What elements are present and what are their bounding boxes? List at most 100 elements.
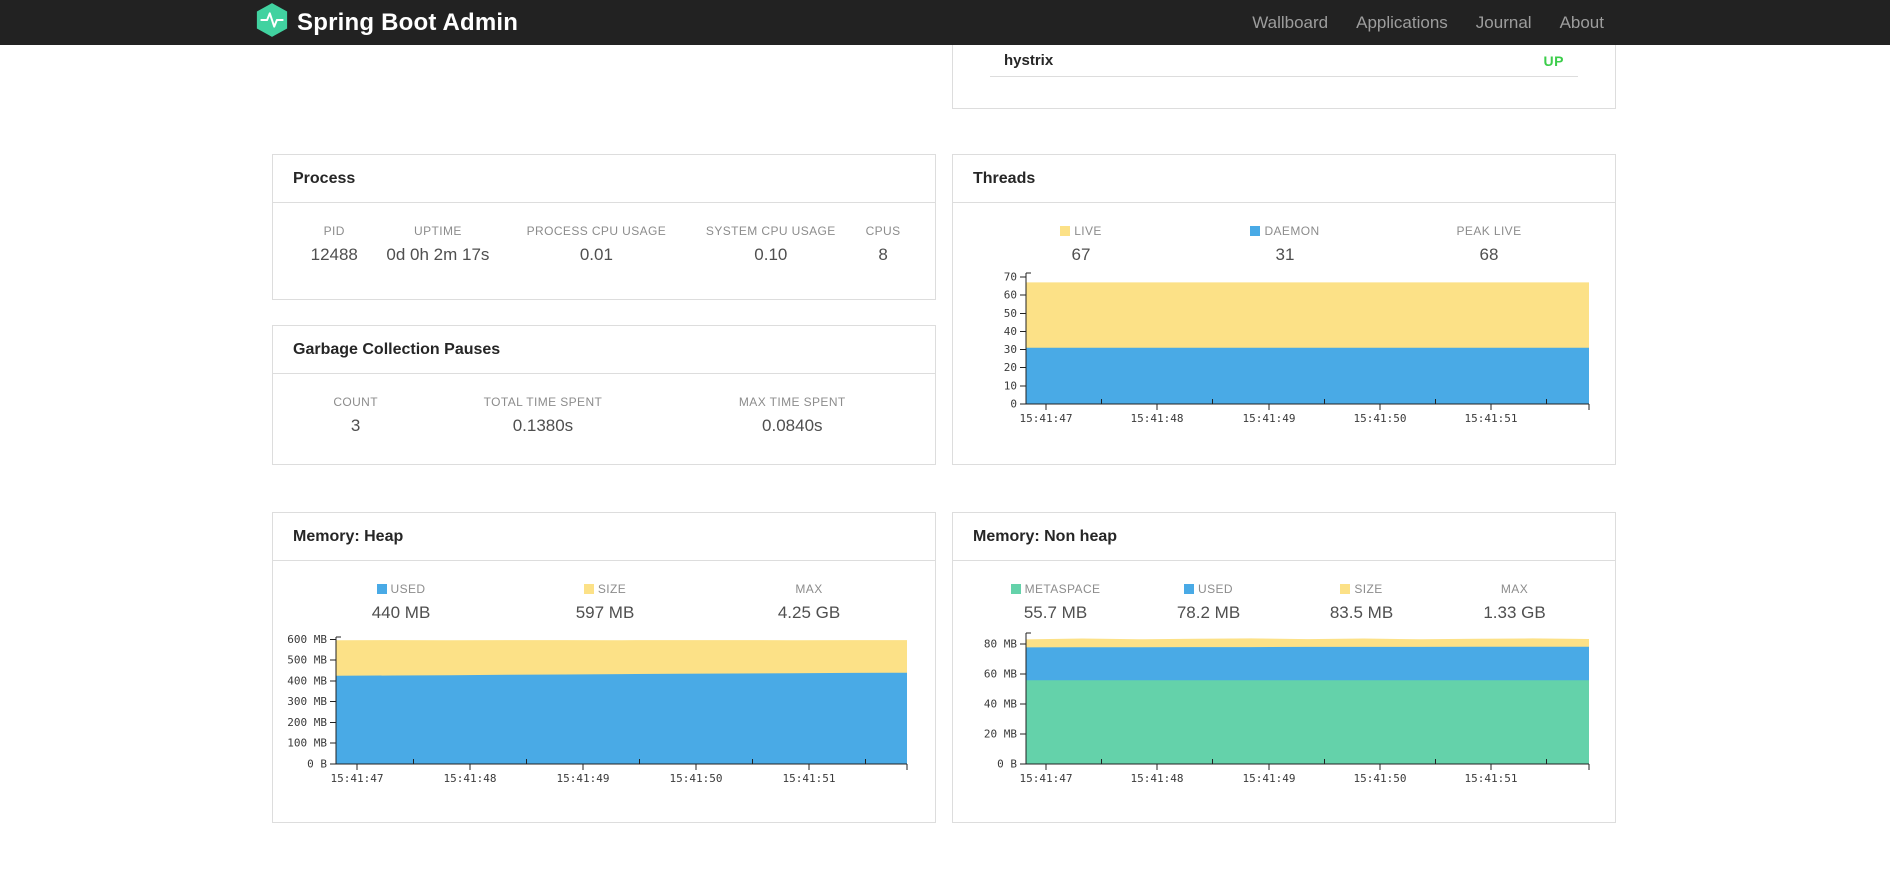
svg-text:20 MB: 20 MB: [984, 728, 1017, 741]
svg-text:15:41:48: 15:41:48: [444, 772, 497, 785]
svg-text:15:41:49: 15:41:49: [557, 772, 610, 785]
svg-text:15:41:48: 15:41:48: [1131, 412, 1184, 425]
nav-item-about[interactable]: About: [1546, 0, 1618, 45]
svg-text:15:41:47: 15:41:47: [1020, 412, 1073, 425]
stat-label: DAEMON: [1183, 224, 1387, 245]
stat-value: 67: [1071, 245, 1091, 264]
application-row-divider: [990, 76, 1578, 77]
svg-text:15:41:49: 15:41:49: [1243, 772, 1296, 785]
navbar-menu: Wallboard Applications Journal About: [1238, 0, 1618, 45]
stat-value: 0.1380s: [512, 416, 574, 435]
svg-text:400 MB: 400 MB: [287, 675, 327, 688]
svg-text:60 MB: 60 MB: [984, 668, 1017, 681]
stat-label: SIZE: [503, 582, 707, 603]
daemon-series-swatch: [1250, 226, 1261, 236]
threads-card: Threads LIVE DAEMON PEAK LIVE 67 31 68 0…: [952, 154, 1616, 465]
used-series-swatch: [1184, 584, 1195, 594]
svg-text:15:41:50: 15:41:50: [670, 772, 723, 785]
svg-text:15:41:50: 15:41:50: [1354, 772, 1407, 785]
stat-value: 3: [350, 416, 361, 435]
gc-stats-table: COUNT TOTAL TIME SPENT MAX TIME SPENT 3 …: [299, 395, 911, 436]
stat-label: COUNT: [333, 395, 378, 409]
brand-link[interactable]: Spring Boot Admin: [256, 0, 518, 45]
garbage-collection-card: Garbage Collection Pauses COUNT TOTAL TI…: [272, 325, 936, 465]
svg-text:15:41:47: 15:41:47: [1020, 772, 1073, 785]
stat-value: 0.0840s: [762, 416, 823, 435]
nonheap-card-title: Memory: Non heap: [953, 513, 1615, 561]
top-navbar: Spring Boot Admin Wallboard Applications…: [0, 0, 1890, 45]
svg-text:15:41:50: 15:41:50: [1354, 412, 1407, 425]
live-series-swatch: [1060, 226, 1071, 236]
stat-label: UPTIME: [414, 224, 462, 238]
stat-value: 597 MB: [575, 603, 635, 622]
svg-text:30: 30: [1004, 343, 1017, 356]
application-status-badge: UP: [1543, 52, 1564, 69]
stat-value: 0d 0h 2m 17s: [386, 245, 490, 264]
svg-text:40: 40: [1004, 325, 1017, 338]
svg-text:600 MB: 600 MB: [287, 633, 327, 646]
threads-card-title: Threads: [953, 155, 1615, 203]
nav-item-wallboard[interactable]: Wallboard: [1238, 0, 1342, 45]
svg-text:0: 0: [1010, 398, 1017, 411]
svg-text:15:41:51: 15:41:51: [1465, 412, 1518, 425]
heap-stats-table: USED SIZE MAX 440 MB 597 MB 4.25 GB: [299, 582, 911, 623]
nav-item-applications[interactable]: Applications: [1342, 0, 1462, 45]
stat-value: 83.5 MB: [1329, 603, 1394, 622]
stat-label: SIZE: [1285, 582, 1438, 603]
process-card: Process PID UPTIME PROCESS CPU USAGE SYS…: [272, 154, 936, 300]
nonheap-stats-table: METASPACE USED SIZE MAX 55.7 MB 78.2 MB …: [979, 582, 1591, 623]
svg-text:200 MB: 200 MB: [287, 716, 327, 729]
svg-text:0 B: 0 B: [997, 758, 1017, 771]
stat-value: 8: [878, 245, 888, 264]
stat-value: 0.01: [579, 245, 613, 264]
stat-label: TOTAL TIME SPENT: [483, 395, 603, 409]
stat-label: LIVE: [979, 224, 1183, 245]
process-card-title: Process: [273, 155, 935, 203]
svg-text:0 B: 0 B: [307, 758, 327, 771]
svg-text:50: 50: [1004, 307, 1017, 320]
stat-value: 12488: [310, 245, 358, 264]
svg-text:500 MB: 500 MB: [287, 654, 327, 667]
svg-text:15:41:51: 15:41:51: [1465, 772, 1518, 785]
process-stats-table: PID UPTIME PROCESS CPU USAGE SYSTEM CPU …: [299, 224, 911, 265]
svg-text:15:41:48: 15:41:48: [1131, 772, 1184, 785]
stat-label: MAX: [795, 582, 823, 596]
stat-value: 78.2 MB: [1176, 603, 1241, 622]
nav-item-journal[interactable]: Journal: [1462, 0, 1546, 45]
threads-stats-table: LIVE DAEMON PEAK LIVE 67 31 68: [979, 224, 1591, 265]
stat-label: METASPACE: [979, 582, 1132, 603]
stat-value: 68: [1479, 245, 1499, 264]
stat-value: 440 MB: [371, 603, 431, 622]
spring-boot-admin-screen: Spring Boot Admin Wallboard Applications…: [0, 0, 1890, 892]
application-row[interactable]: hystrix UP: [990, 45, 1578, 76]
stat-label: MAX TIME SPENT: [738, 395, 846, 409]
svg-text:70: 70: [1004, 271, 1017, 284]
application-status-card: hystrix UP: [952, 45, 1616, 109]
stat-label: PID: [323, 224, 345, 238]
heap-card-title: Memory: Heap: [273, 513, 935, 561]
svg-text:100 MB: 100 MB: [287, 737, 327, 750]
svg-text:15:41:47: 15:41:47: [331, 772, 384, 785]
stat-label: PEAK LIVE: [1456, 224, 1522, 238]
stat-value: 1.33 GB: [1483, 603, 1546, 622]
memory-heap-card: Memory: Heap USED SIZE MAX 440 MB 597 MB…: [272, 512, 936, 823]
used-series-swatch: [376, 584, 387, 594]
svg-text:60: 60: [1004, 289, 1017, 302]
svg-text:300 MB: 300 MB: [287, 695, 327, 708]
application-name-link[interactable]: hystrix: [1004, 52, 1053, 69]
svg-text:80 MB: 80 MB: [984, 638, 1017, 651]
svg-text:40 MB: 40 MB: [984, 698, 1017, 711]
memory-heap-chart: 0 B 100 MB 200 MB 300 MB 400 MB 500 MB 600 MB 1…: [273, 623, 937, 793]
svg-text:10: 10: [1004, 379, 1017, 392]
svg-text:20: 20: [1004, 361, 1017, 374]
size-series-swatch: [1340, 584, 1351, 594]
brand-title: Spring Boot Admin: [297, 8, 519, 36]
stat-label: USED: [299, 582, 503, 603]
stat-value: 55.7 MB: [1023, 603, 1088, 622]
metaspace-series-swatch: [1010, 584, 1021, 594]
memory-nonheap-chart: 0 B 20 MB 40 MB 60 MB 80 MB 15:41:47 15:41:48 1…: [953, 623, 1617, 793]
stat-value: 4.25 GB: [777, 603, 841, 622]
memory-nonheap-card: Memory: Non heap METASPACE USED SIZE MAX…: [952, 512, 1616, 823]
stat-label: MAX: [1500, 582, 1529, 596]
size-series-swatch: [583, 584, 594, 594]
